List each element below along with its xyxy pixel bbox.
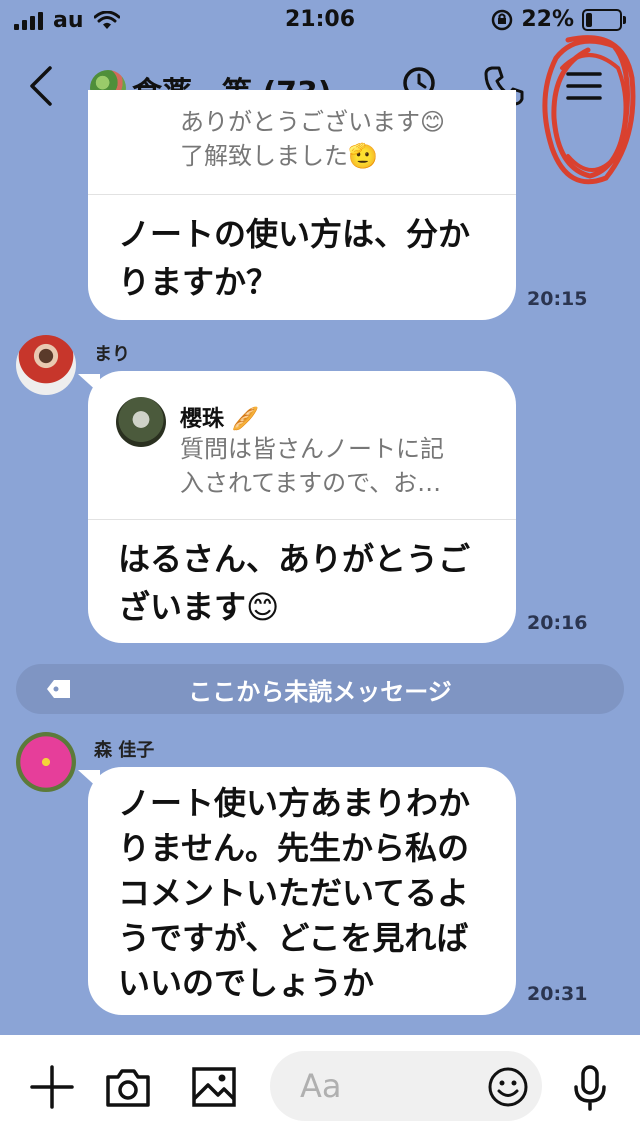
unread-divider: ここから未読メッセージ [16, 664, 624, 714]
message-text: ノートの使い方は、分か りますか？ [118, 210, 470, 306]
unread-divider-label: ここから未読メッセージ [188, 677, 452, 706]
reply-quote[interactable]: 櫻珠 🥖 質問は皆さんノートに記 入されてますので、お… [88, 371, 516, 520]
message-line: うですが、どこを見れば [118, 919, 469, 957]
message-line: コメントいただいてるよ [118, 874, 470, 912]
message-line: いいのでしょうか [118, 964, 375, 1002]
message-bubble[interactable]: 櫻珠 🥖 質問は皆さんノートに記 入されてますので、お… はるさん、ありがとうご… [88, 371, 516, 643]
message-timestamp: 20:31 [527, 983, 588, 1005]
message-timestamp: 20:15 [527, 288, 588, 310]
image-icon[interactable] [190, 1063, 238, 1111]
battery-fill [586, 12, 592, 27]
message-text: はるさん、ありがとうご ざいます😊 [118, 535, 470, 631]
sender-avatar[interactable] [16, 732, 76, 792]
status-right: 22% [491, 7, 626, 32]
message-bubble[interactable]: ありがとうございます😊 了解致しました🫡 ノートの使い方は、分か りますか？ [88, 90, 516, 320]
plus-icon[interactable] [28, 1063, 76, 1111]
hamburger-menu-icon[interactable] [562, 64, 606, 108]
quote-name: 櫻珠 🥖 [180, 407, 260, 432]
input-bar [0, 1035, 640, 1136]
tag-icon [47, 680, 70, 698]
battery-percent: 22% [521, 7, 574, 32]
orientation-lock-icon [492, 9, 513, 30]
sender-avatar[interactable] [16, 335, 76, 395]
message-line: ノートの使い方は、分か [118, 215, 471, 253]
message-line: りますか？ [118, 263, 279, 301]
message-line: はるさん、ありがとうご [118, 540, 471, 578]
quote-line: 入されてますので、お… [180, 469, 442, 497]
reply-quote[interactable]: ありがとうございます😊 了解致しました🫡 [88, 90, 516, 195]
quote-avatar [116, 397, 166, 447]
chevron-left-icon[interactable] [22, 66, 62, 106]
quote-line: ありがとうございます😊 [180, 108, 446, 136]
quote-line: 質問は皆さんノートに記 [180, 435, 444, 463]
microphone-icon[interactable] [566, 1063, 614, 1111]
message-line: ざいます😊 [118, 588, 280, 626]
sender-name: 森 佳子 [94, 740, 155, 761]
message-text: ノート使い方あまりわか りません。先生から私の コメントいただいてるよ うですが… [118, 781, 470, 1006]
message-line: りません。先生から私の [118, 829, 470, 867]
message-line: ノート使い方あまりわか [118, 784, 471, 822]
quote-line: 了解致しました🫡 [180, 142, 378, 170]
camera-icon[interactable] [104, 1063, 152, 1111]
sender-name: まり [94, 344, 130, 365]
status-bar: au 21:06 22% [0, 0, 640, 40]
message-timestamp: 20:16 [527, 612, 588, 634]
message-bubble[interactable]: ノート使い方あまりわか りません。先生から私の コメントいただいてるよ うですが… [88, 767, 516, 1015]
battery-icon [582, 8, 626, 31]
emoji-icon[interactable] [486, 1065, 530, 1109]
